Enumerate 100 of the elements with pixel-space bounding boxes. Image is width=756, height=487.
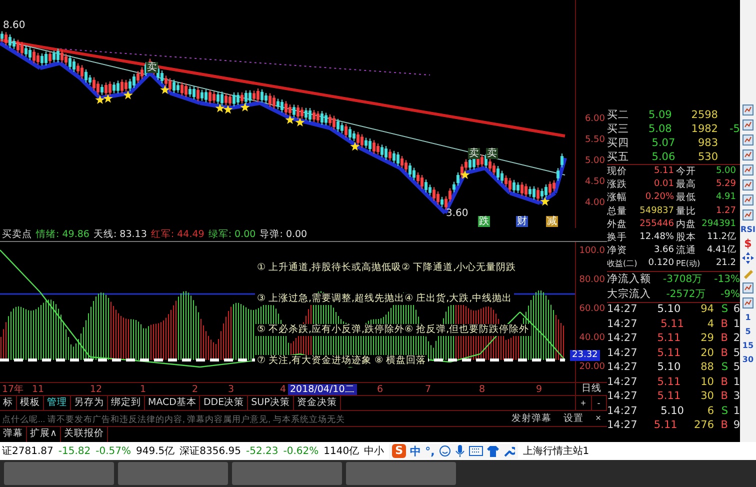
indicator-tab[interactable]: 管理 <box>44 396 71 410</box>
axis-label: 20.00 <box>579 362 605 372</box>
date-label: 2018/04/10二 <box>288 384 357 395</box>
tool-icon[interactable] <box>742 149 754 161</box>
bid-volume: 983 <box>696 136 718 150</box>
tool-label[interactable]: 5 <box>745 326 751 337</box>
tool-icon[interactable] <box>742 179 754 191</box>
trade-time: 14:27 <box>607 318 638 331</box>
axis-label: 80.00 <box>579 275 605 285</box>
zoom-button[interactable]: - <box>592 396 607 410</box>
index-quote: 深证8356.95 <box>180 445 241 458</box>
quote-value: 5.29 <box>714 178 736 192</box>
quote-label: 总量 <box>607 204 627 218</box>
tool-icon[interactable] <box>742 282 754 294</box>
microphone-icon[interactable] <box>454 445 465 457</box>
flow-amount: -3708万 <box>662 272 702 286</box>
date-label: 2 <box>191 384 200 395</box>
quote-value: 0.20% <box>644 191 674 204</box>
tool-icon[interactable] <box>742 104 754 116</box>
tool-label[interactable]: 1 <box>745 312 751 323</box>
axis-label: 60.00 <box>579 304 605 314</box>
trade-count: 1 <box>732 376 740 389</box>
trade-time: 14:27 <box>607 303 638 316</box>
tool-label[interactable]: 15 <box>742 340 754 351</box>
star-icon <box>285 115 295 124</box>
tool-label[interactable]: RSI <box>740 224 756 235</box>
date-label: 3 <box>227 384 236 395</box>
period-label[interactable]: 日线 <box>575 383 607 395</box>
quote-label: 内盘 <box>676 218 696 231</box>
tool-icon[interactable] <box>742 134 754 146</box>
trade-side: S <box>720 361 728 374</box>
bid-price: 5.07 <box>650 136 676 150</box>
axis-label: 6.00 <box>584 114 605 124</box>
index-quote: 949.5亿 <box>136 445 175 458</box>
trade-side: B <box>720 390 728 404</box>
indicator-tab[interactable]: 资金决策 <box>294 396 341 410</box>
shirt-icon[interactable] <box>486 445 499 457</box>
quote-value: 0.120 <box>647 257 674 270</box>
trade-price: 5.11 <box>656 390 681 404</box>
zoom-button[interactable]: + <box>576 396 592 410</box>
trade-time: 14:27 <box>607 419 638 432</box>
quote-label: 最高 <box>676 178 696 192</box>
trade-count: 3 <box>732 390 740 404</box>
ime-punctuation[interactable]: °, <box>425 444 435 458</box>
date-label: 6 <box>376 384 384 395</box>
trade-price: 5.10 <box>656 303 681 316</box>
ime-logo[interactable]: S <box>392 444 406 458</box>
indicator-tab[interactable]: MACD基本 <box>145 396 200 410</box>
tool-icon[interactable] <box>742 119 754 131</box>
star-icon <box>540 196 550 206</box>
indicator-tab[interactable]: 另存为 <box>71 396 108 410</box>
server-label: 上海行情主站1 <box>522 444 590 458</box>
tool-icon[interactable] <box>742 164 754 176</box>
ime-mode[interactable]: 中 <box>410 444 422 458</box>
signal-note: ⑤ 不必杀跌,应有小反弹,跌停除外⑥ 抢反弹,但也要防跌停除外 <box>255 324 532 336</box>
trade-volume: 88 <box>700 361 714 374</box>
tool-label[interactable]: 30 <box>742 354 754 365</box>
indicator-tab[interactable]: 模板 <box>17 396 44 410</box>
trade-side: B <box>720 376 728 389</box>
keyboard-icon[interactable] <box>468 446 483 456</box>
send-danmu-button[interactable]: 发射弹幕 <box>505 412 558 425</box>
move-icon[interactable] <box>742 252 754 264</box>
settings-button[interactable]: 设置 <box>557 412 590 425</box>
star-icon <box>123 90 133 100</box>
index-quote: 1140亿 <box>324 445 360 458</box>
trade-count: 5 <box>732 361 740 374</box>
indicator-tab[interactable]: SUP决策 <box>248 396 294 410</box>
quote-value: 4.91 <box>714 191 736 204</box>
wrench-icon[interactable] <box>502 445 515 457</box>
trade-count: 1 <box>732 318 740 331</box>
quote-label: 流通 <box>676 244 696 258</box>
quote-label: 换手 <box>607 231 627 244</box>
quote-label: 买二 <box>607 108 629 122</box>
tool-icon[interactable] <box>742 209 754 221</box>
signal-note: ① 上升通道,持股待长或高抛低吸② 下降通道,小心无量阴跌 <box>255 262 518 274</box>
quote-value: 5.00 <box>714 165 736 178</box>
bid-volume: 2598 <box>690 108 718 122</box>
bid-price: 5.09 <box>647 108 672 122</box>
indicator-tab[interactable]: 标 <box>0 396 17 410</box>
trade-price: 5.11 <box>656 376 681 389</box>
tool-label[interactable]: $ <box>744 238 752 249</box>
indicator-tab[interactable]: 绑定到 <box>108 396 145 410</box>
price-label: 8.60 <box>2 20 26 31</box>
date-label: 4 <box>279 384 288 395</box>
tool-icon[interactable] <box>742 194 754 206</box>
quote-value: 11.2亿 <box>706 231 736 244</box>
axis-label: 5.50 <box>584 135 605 145</box>
quote-label: 外盘 <box>607 218 627 231</box>
close-button[interactable]: × <box>589 413 607 424</box>
smiley-icon[interactable] <box>438 445 451 457</box>
axis-label: 4.00 <box>584 198 605 208</box>
indicator-tab[interactable]: DDE决策 <box>200 396 248 410</box>
quote-label: PE(动) <box>676 258 700 270</box>
trade-time: 14:27 <box>607 361 638 374</box>
tool-icon[interactable] <box>742 297 754 309</box>
quote-label: 买三 <box>607 122 629 136</box>
index-quote: -0.62% <box>283 446 319 456</box>
quote-value: 12.48% <box>638 231 674 244</box>
quote-value: 0.01 <box>652 178 674 192</box>
date-label: 9 <box>535 384 544 395</box>
